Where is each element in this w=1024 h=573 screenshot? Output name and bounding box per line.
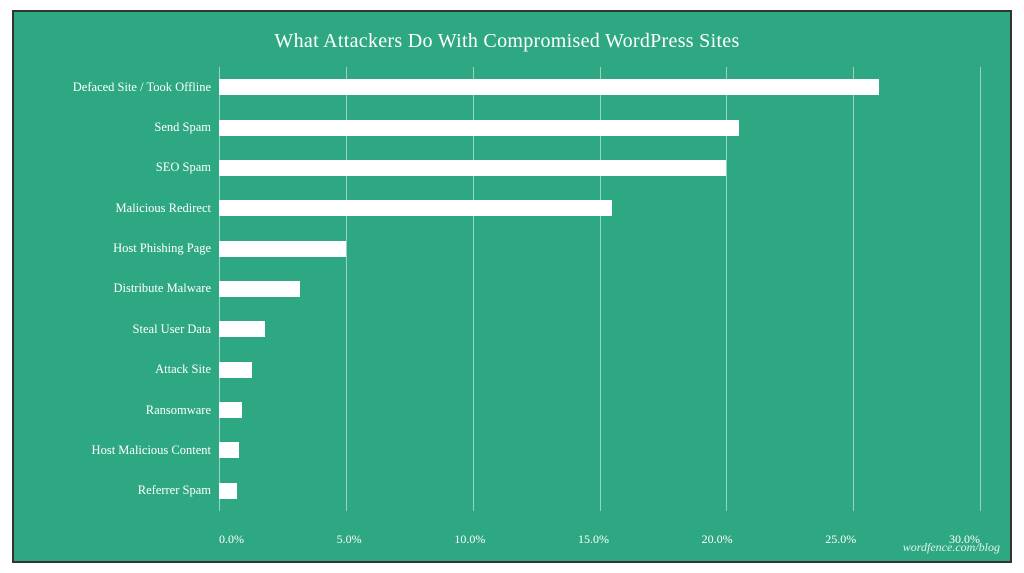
bar <box>219 281 300 297</box>
bar <box>219 442 239 458</box>
bar-row <box>219 480 980 502</box>
bar <box>219 483 237 499</box>
bar <box>219 160 726 176</box>
bar <box>219 200 612 216</box>
bar-row <box>219 157 980 179</box>
bar-row <box>219 117 980 139</box>
y-axis-label: Send Spam <box>34 120 219 135</box>
bar-row <box>219 439 980 461</box>
y-axis-label: Distribute Malware <box>34 281 219 296</box>
y-axis-label: Defaced Site / Took Offline <box>34 80 219 95</box>
bar-row <box>219 359 980 381</box>
bar <box>219 402 242 418</box>
bar <box>219 321 265 337</box>
chart-body: Defaced Site / Took Offline Send Spam SEO … <box>34 67 980 511</box>
y-axis-label: Malicious Redirect <box>34 201 219 216</box>
grid-line <box>980 67 981 511</box>
plot-area: 0.0%5.0%10.0%15.0%20.0%25.0%30.0% <box>219 67 980 511</box>
y-axis-label: Host Malicious Content <box>34 443 219 458</box>
x-axis: 0.0%5.0%10.0%15.0%20.0%25.0%30.0% <box>219 532 980 547</box>
x-axis-label: 0.0% <box>219 532 244 547</box>
x-axis-label: 20.0% <box>702 532 733 547</box>
x-axis-label: 10.0% <box>454 532 485 547</box>
bar-row <box>219 278 980 300</box>
x-axis-label: 25.0% <box>825 532 856 547</box>
bar-row <box>219 399 980 421</box>
bar <box>219 241 346 257</box>
bar <box>219 120 739 136</box>
y-axis: Defaced Site / Took Offline Send Spam SEO … <box>34 67 219 511</box>
bar <box>219 362 252 378</box>
x-axis-label: 5.0% <box>337 532 362 547</box>
bar-row <box>219 318 980 340</box>
bar-row <box>219 238 980 260</box>
bar-row <box>219 197 980 219</box>
y-axis-label: Attack Site <box>34 362 219 377</box>
y-axis-label: Steal User Data <box>34 322 219 337</box>
y-axis-label: Host Phishing Page <box>34 241 219 256</box>
y-axis-label: Ransomware <box>34 403 219 418</box>
x-axis-label: 15.0% <box>578 532 609 547</box>
chart-container: What Attackers Do With Compromised WordP… <box>12 10 1012 563</box>
chart-title: What Attackers Do With Compromised WordP… <box>34 30 980 53</box>
bar-row <box>219 76 980 98</box>
y-axis-label: Referrer Spam <box>34 483 219 498</box>
bar <box>219 79 879 95</box>
watermark: wordfence.com/blog <box>903 540 1000 555</box>
y-axis-label: SEO Spam <box>34 160 219 175</box>
